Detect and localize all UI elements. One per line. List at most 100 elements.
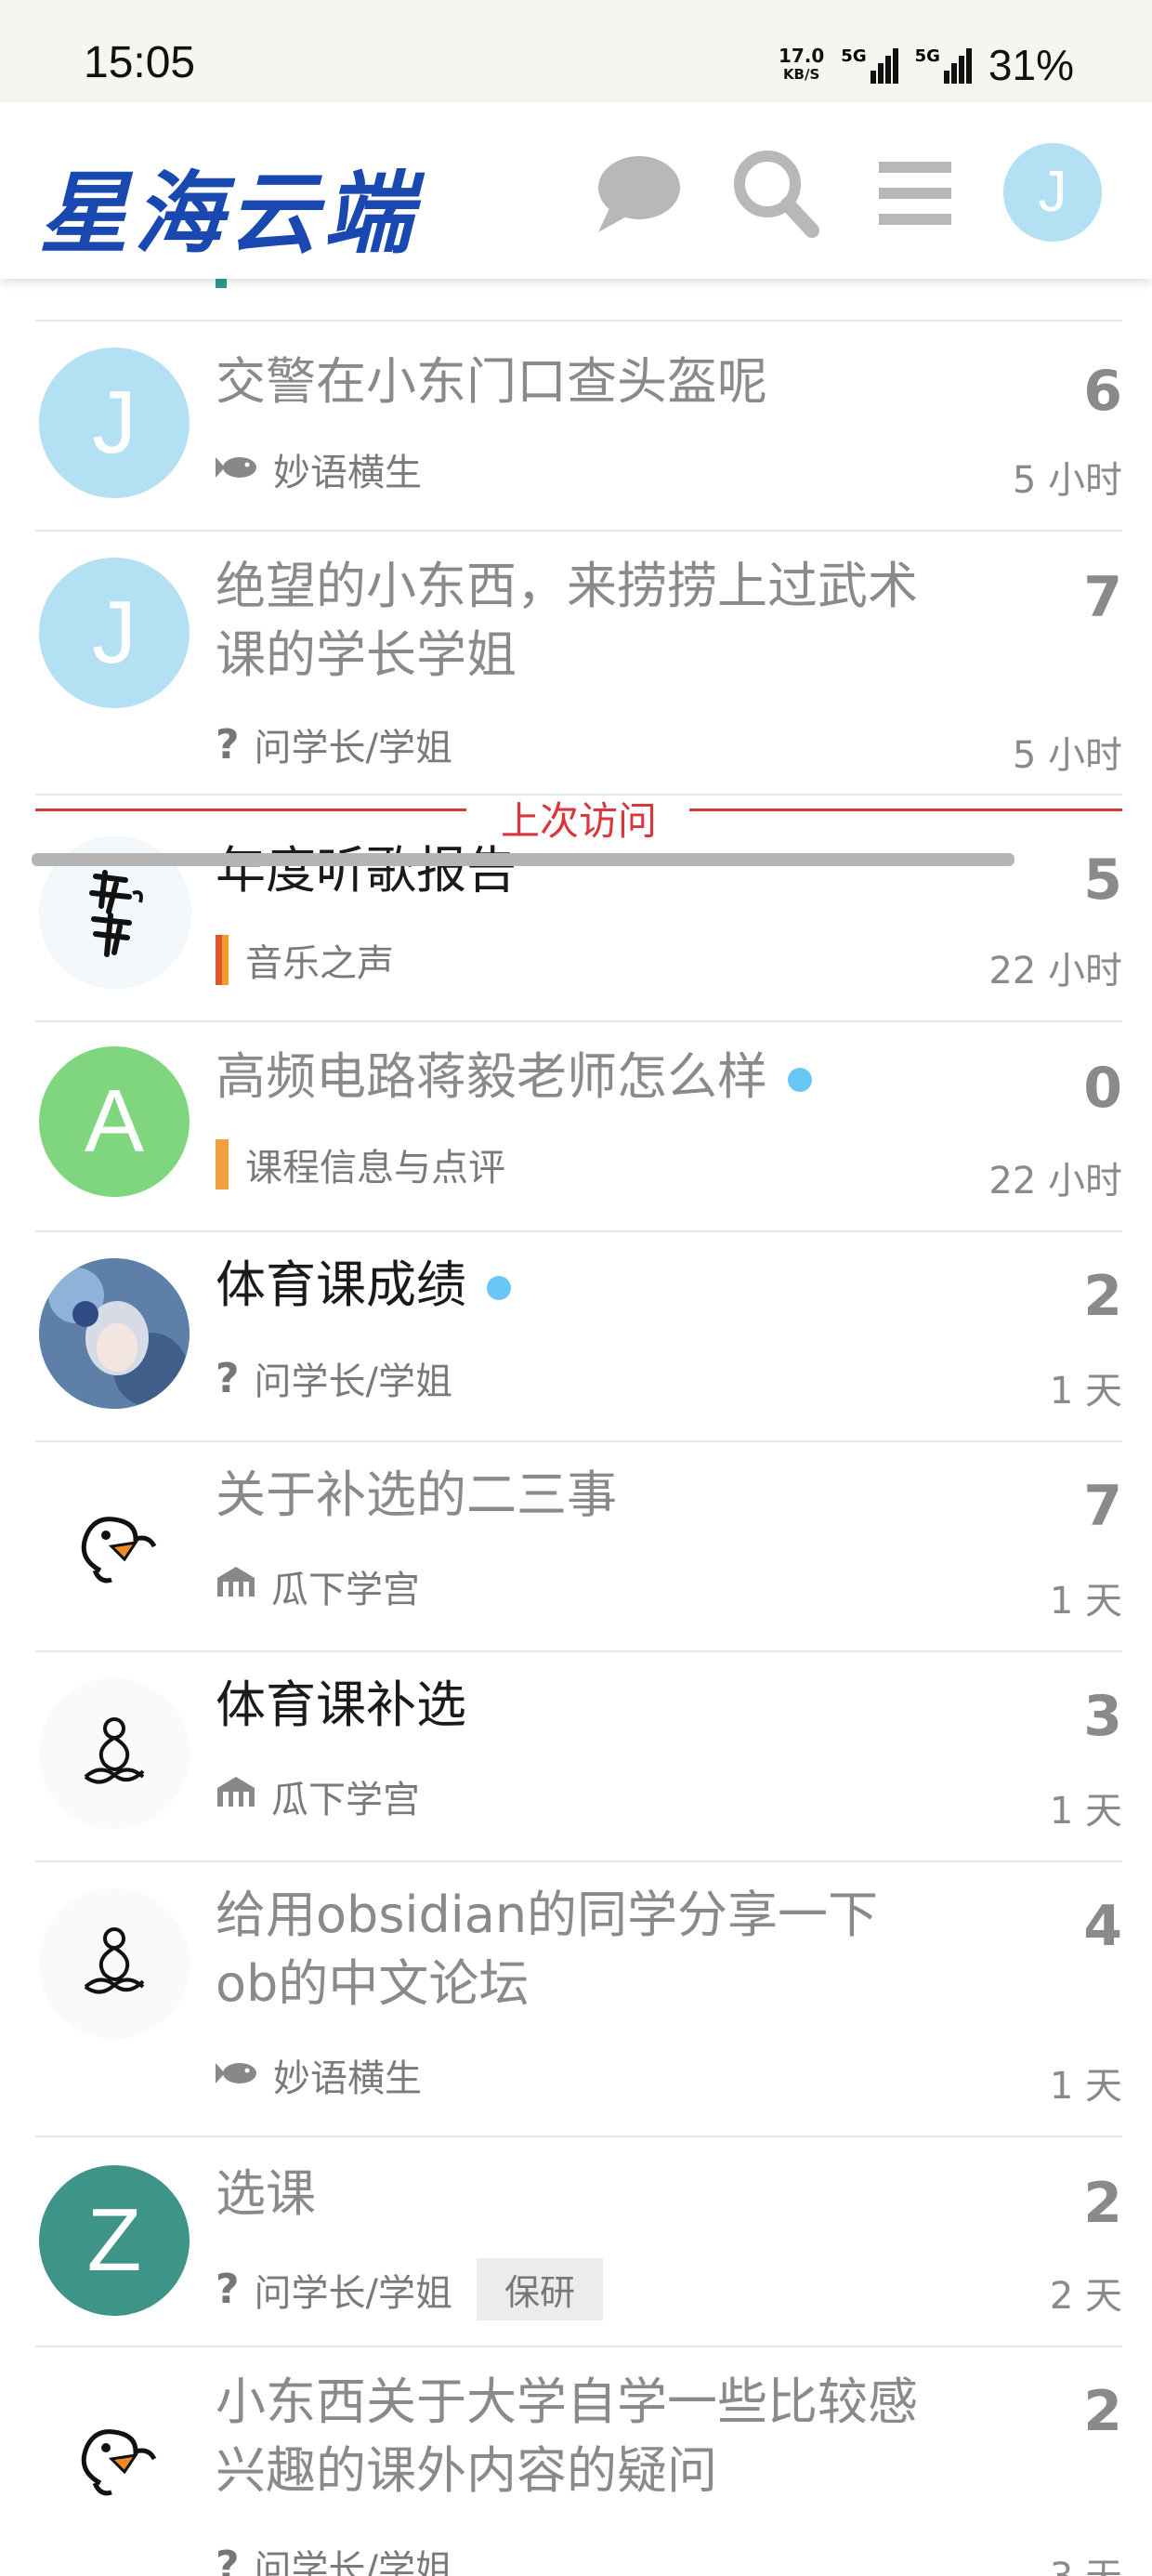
reply-count: 2 [1083, 2379, 1122, 2444]
question-icon: ? [216, 2266, 240, 2313]
topic-age[interactable]: 5 小时 [1013, 450, 1122, 504]
battery-level: 31% [988, 41, 1074, 89]
question-icon: ? [216, 720, 240, 769]
sim1-signal-icon: 5G [841, 46, 898, 84]
topic-age[interactable]: 1 天 [1050, 1360, 1122, 1414]
site-logo[interactable]: 星海云端 [39, 141, 418, 270]
topic-title[interactable]: 交警在小东门口查头盔呢 [216, 348, 922, 416]
topic-category[interactable]: 瓜下学宫 [216, 1769, 420, 1823]
topic-age[interactable]: 3 天 [1050, 2546, 1122, 2576]
topic-row[interactable]: 给用obsidian的同学分享一下ob的中文论坛 妙语横生 4 1 天 [35, 1862, 1122, 2137]
topic-category[interactable]: 瓜下学宫 [216, 1559, 420, 1613]
network-speed-unit: KB/S [782, 66, 820, 83]
topic-row[interactable]: 体育课成绩 ? 问学长/学姐 2 1 天 [35, 1232, 1122, 1442]
reply-count: 7 [1083, 565, 1122, 630]
meditation-avatar-image [40, 1679, 189, 1828]
chat-icon[interactable] [591, 147, 684, 240]
topic-row[interactable]: Z 选课 ? 问学长/学姐 保研 2 2 天 [35, 2137, 1122, 2347]
topic-title[interactable]: 绝望的小东西，来捞捞上过武术课的学长学姐 [216, 552, 922, 690]
category-color-bar [216, 279, 227, 288]
category-label: 课程信息与点评 [245, 1147, 505, 1189]
menu-icon[interactable] [868, 147, 961, 240]
avatar[interactable] [39, 1258, 190, 1409]
last-visit-divider: 上次访问 [35, 795, 1122, 844]
topic-title[interactable]: 给用obsidian的同学分享一下ob的中文论坛 [216, 1881, 922, 2018]
topic-age[interactable]: 1 天 [1050, 1571, 1122, 1624]
avatar[interactable] [39, 1678, 190, 1829]
sim1-label: 5G [841, 46, 867, 66]
topic-category[interactable]: 妙语横生 [216, 442, 422, 496]
avatar[interactable] [39, 1888, 190, 2039]
topic-age[interactable]: 22 小时 [988, 940, 1122, 994]
new-topic-dot [788, 1068, 812, 1093]
topic-row[interactable]: 小东西关于大学自学一些比较感兴趣的课外内容的疑问 ? 问学长/学姐 2 3 天 [35, 2347, 1122, 2576]
topic-tag[interactable]: 保研 [477, 2258, 604, 2320]
user-avatar[interactable]: J [1003, 143, 1102, 242]
anime-girl-avatar-image [39, 1258, 190, 1409]
avatar[interactable]: J [39, 558, 190, 708]
category-label: 瓜下学宫 [271, 1779, 420, 1821]
topic-title[interactable]: 体育课成绩 [216, 1251, 922, 1320]
topic-category[interactable]: 音乐之声 [216, 933, 394, 987]
category-label: 问学长/学姐 [254, 727, 453, 769]
category-label: 瓜下学宫 [271, 1569, 420, 1611]
building-icon [216, 1565, 256, 1608]
status-bar: 15:05 17.0 KB/S 5G 5G 31% [0, 0, 1152, 102]
site-header: 星海云端 J [0, 102, 1152, 279]
network-speed: 17.0 KB/S [779, 46, 824, 84]
topic-category[interactable]: ? 问学长/学姐 保研 [216, 2258, 604, 2320]
topic-title[interactable]: 高频电路蒋毅老师怎么样 [216, 1043, 922, 1111]
topic-title-text: 高频电路蒋毅老师怎么样 [216, 1047, 767, 1106]
question-icon: ? [216, 2542, 240, 2576]
topic-title[interactable]: 体育课补选 [216, 1671, 922, 1740]
reply-count: 0 [1083, 1056, 1122, 1121]
topic-category[interactable]: ? 问学长/学姐 [216, 717, 452, 771]
reply-count: 2 [1083, 1264, 1122, 1329]
topic-category[interactable]: 课程信息与点评 [216, 1137, 505, 1191]
topic-row[interactable]: 体育课补选 瓜下学宫 3 1 天 [35, 1652, 1122, 1862]
avatar[interactable]: Z [39, 2165, 190, 2316]
partial-topic-row [35, 279, 1122, 322]
topic-category[interactable]: ? 问学长/学姐 [216, 2539, 452, 2576]
topic-row[interactable]: A 高频电路蒋毅老师怎么样 课程信息与点评 0 22 小时 [35, 1022, 1122, 1232]
avatar[interactable] [39, 1468, 190, 1619]
topic-title[interactable]: 年度听歌报告 [216, 836, 922, 905]
reply-count: 5 [1083, 848, 1122, 913]
avatar[interactable]: A [39, 1046, 190, 1197]
topic-title[interactable]: 小东西关于大学自学一些比较感兴趣的课外内容的疑问 [216, 2368, 922, 2505]
avatar[interactable]: J [39, 348, 190, 498]
duck-avatar-image [40, 1469, 189, 1618]
topic-row[interactable]: J 绝望的小东西，来捞捞上过武术课的学长学姐 ? 问学长/学姐 7 5 小时 [35, 532, 1122, 795]
topic-age[interactable]: 2 天 [1050, 2266, 1122, 2320]
status-indicators: 17.0 KB/S 5G 5G 31% [779, 39, 1074, 91]
topic-category[interactable]: 妙语横生 [216, 2048, 422, 2102]
category-label: 妙语横生 [273, 452, 422, 494]
topic-row[interactable]: 关于补选的二三事 瓜下学宫 7 1 天 [35, 1442, 1122, 1652]
topic-title[interactable]: 关于补选的二三事 [216, 1461, 922, 1530]
topic-age[interactable]: 5 小时 [1013, 725, 1122, 779]
category-color-bar [216, 1139, 229, 1189]
meditation-avatar-image [40, 1889, 189, 2038]
avatar[interactable] [39, 2381, 190, 2531]
question-icon: ? [216, 1354, 240, 1402]
topic-age[interactable]: 22 小时 [988, 1150, 1122, 1204]
duck-avatar-image [40, 2382, 189, 2530]
status-time: 15:05 [84, 38, 196, 87]
category-label: 妙语横生 [273, 2057, 422, 2100]
network-speed-value: 17.0 [778, 45, 825, 67]
reply-count: 4 [1083, 1894, 1122, 1959]
topic-category[interactable]: ? 问学长/学姐 [216, 1351, 452, 1405]
reply-count: 3 [1083, 1684, 1122, 1749]
topic-row[interactable]: J 交警在小东门口查头盔呢 妙语横生 6 5 小时 [35, 320, 1122, 532]
category-label: 音乐之声 [245, 942, 394, 985]
topic-age[interactable]: 1 天 [1050, 1781, 1122, 1834]
reply-count: 2 [1083, 2171, 1122, 2236]
fish-icon [216, 2054, 258, 2096]
category-label: 问学长/学姐 [254, 1360, 453, 1403]
topic-age[interactable]: 1 天 [1050, 2056, 1122, 2109]
horizontal-scrollbar[interactable] [32, 853, 1015, 866]
reply-count: 6 [1083, 359, 1122, 424]
search-icon[interactable] [728, 147, 821, 240]
topic-title[interactable]: 选课 [216, 2160, 922, 2228]
category-label: 问学长/学姐 [254, 2271, 453, 2315]
